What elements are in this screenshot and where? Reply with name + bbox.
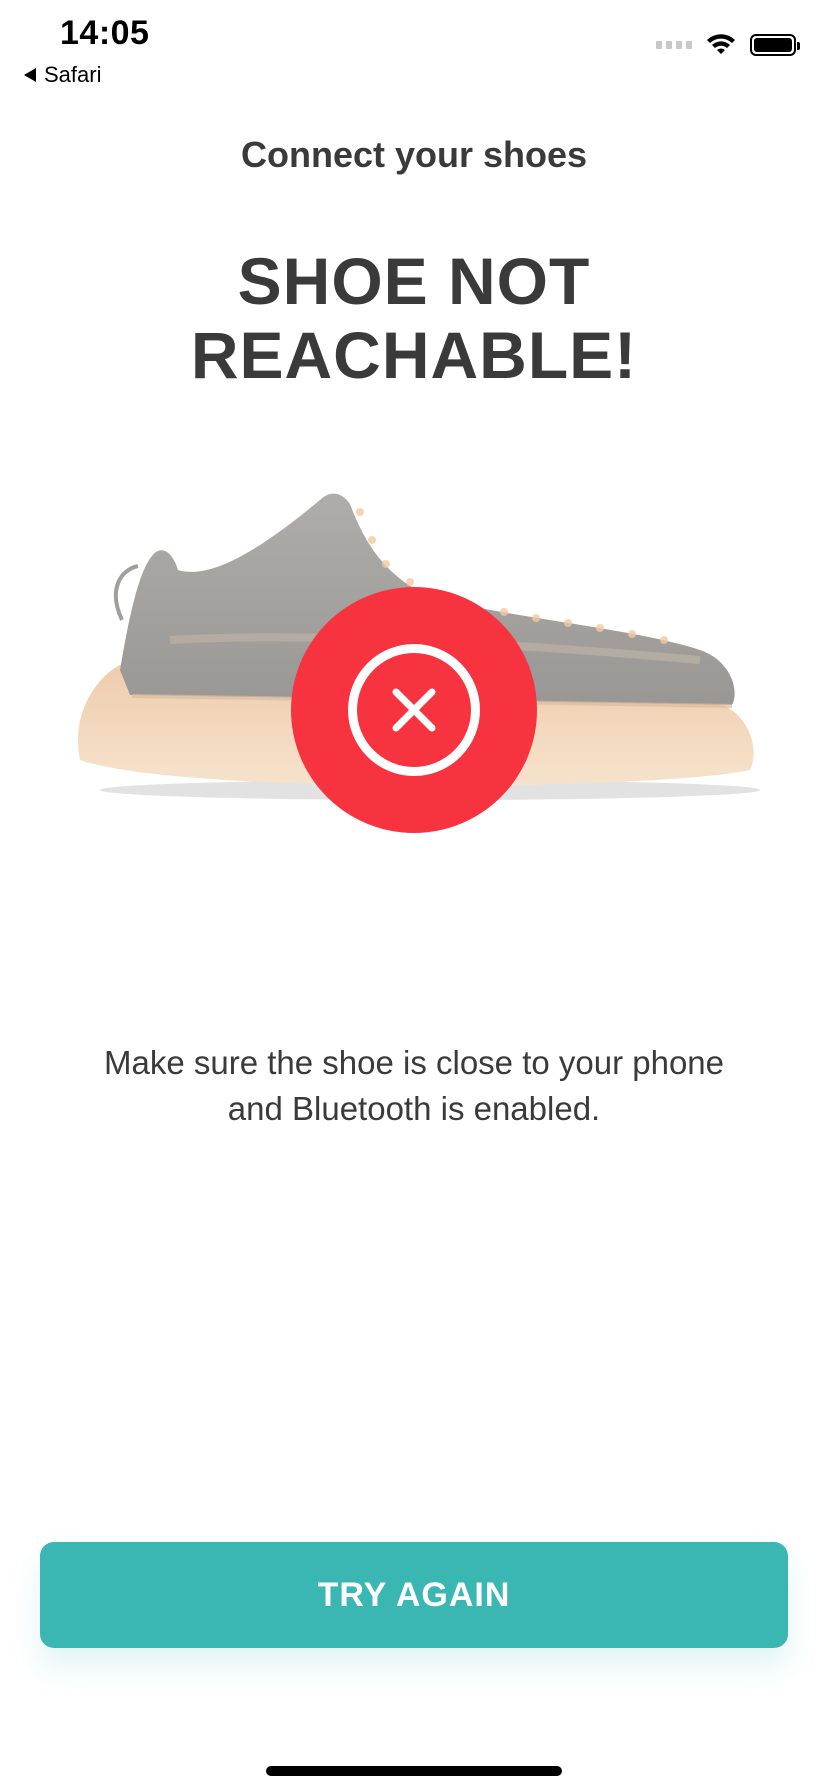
home-indicator[interactable]: [266, 1766, 562, 1776]
close-circle-icon: [348, 644, 480, 776]
page-subtitle: Connect your shoes: [240, 134, 588, 175]
status-icons: [656, 34, 800, 56]
try-again-button[interactable]: TRY AGAIN: [40, 1542, 788, 1648]
headline-line-2: REACHABLE!: [190, 318, 638, 392]
shoe-illustration: [0, 440, 828, 860]
help-message-line-2: and Bluetooth is enabled.: [227, 1090, 601, 1127]
headline-line-1: SHOE NOT: [237, 244, 591, 318]
back-link-label: Safari: [44, 62, 102, 87]
x-mark-icon: [392, 688, 436, 732]
help-message: Make sure the shoe is close to your phon…: [60, 1040, 768, 1132]
status-bar: 14:05 Safari: [0, 0, 828, 100]
error-badge: [291, 587, 537, 833]
help-message-line-1: Make sure the shoe is close to your phon…: [103, 1044, 725, 1081]
back-to-safari-link[interactable]: Safari: [24, 62, 101, 88]
wifi-icon: [707, 34, 735, 54]
battery-icon: [750, 34, 800, 56]
error-headline: SHOE NOT REACHABLE!: [0, 244, 828, 392]
status-time: 14:05: [60, 14, 150, 52]
signal-icon: [656, 41, 692, 49]
back-triangle-icon: [24, 68, 36, 82]
